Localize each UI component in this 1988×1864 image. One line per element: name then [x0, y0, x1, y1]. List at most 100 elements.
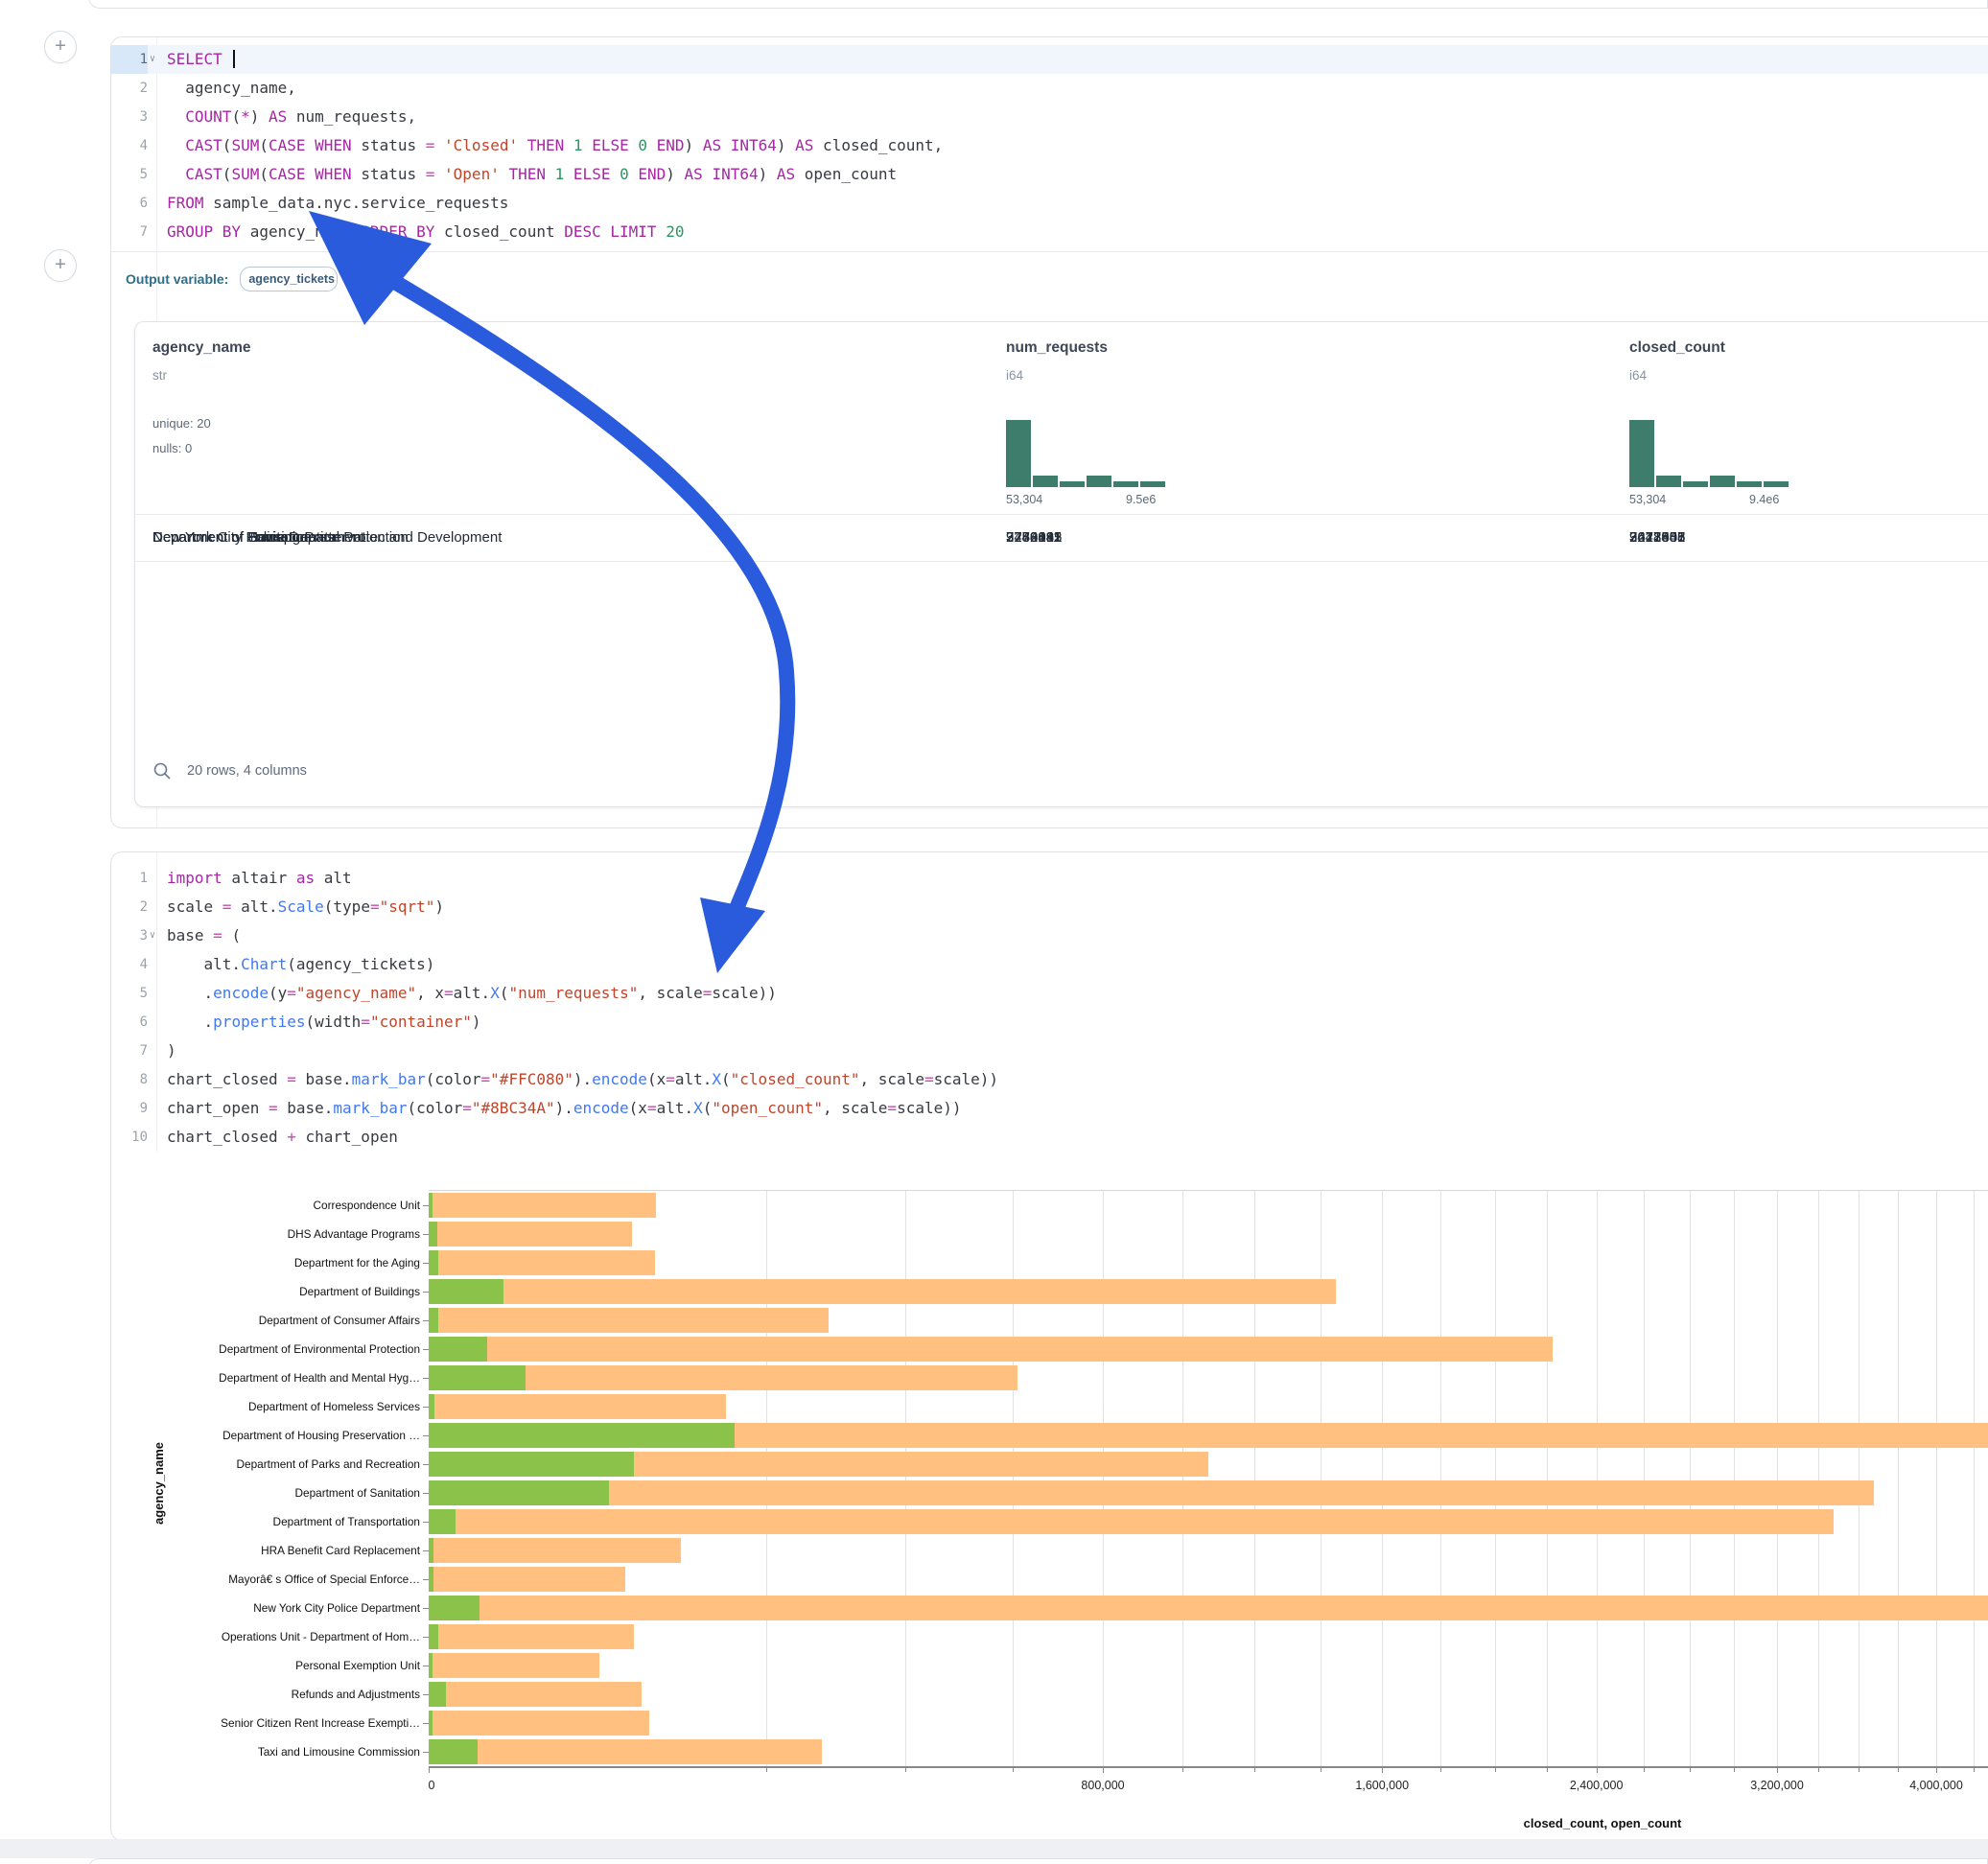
column-type: i64	[1006, 368, 1023, 383]
line-number: 4	[111, 950, 148, 979]
gridline	[1182, 1191, 1183, 1766]
closed-count-bar[interactable]	[429, 1509, 1834, 1534]
table-row[interactable]: Department of Environmental Protection22…	[135, 514, 1988, 562]
line-number: 4	[111, 131, 148, 160]
open-count-bar[interactable]	[429, 1337, 487, 1362]
gridline	[1936, 1191, 1937, 1766]
closed-count-bar[interactable]	[429, 1682, 642, 1707]
y-axis-tick	[423, 1205, 429, 1206]
closed-count-bar[interactable]	[429, 1538, 681, 1563]
closed-count-bar[interactable]	[429, 1739, 822, 1764]
open-count-bar[interactable]	[429, 1452, 634, 1477]
code-line[interactable]: 10chart_closed + chart_open	[111, 1123, 1988, 1152]
line-number: 1	[111, 45, 148, 74]
sql-code-editor[interactable]: 1∨SELECT 2 agency_name,3 COUNT(*) AS num…	[111, 45, 1988, 248]
closed-count-bar[interactable]	[429, 1567, 625, 1592]
search-icon[interactable]	[152, 761, 172, 781]
y-axis-tick	[423, 1752, 429, 1753]
open-count-bar[interactable]	[429, 1308, 438, 1333]
closed-count-bar[interactable]	[429, 1480, 1874, 1505]
code-line[interactable]: 5 CAST(SUM(CASE WHEN status = 'Open' THE…	[111, 160, 1988, 189]
code-line[interactable]: 8chart_closed = base.mark_bar(color="#FF…	[111, 1065, 1988, 1094]
open-count-bar[interactable]	[429, 1394, 434, 1419]
column-header-closed_count[interactable]: closed_counti6453,3049.4e6	[1629, 322, 1988, 514]
line-number: 1	[111, 864, 148, 893]
histogram-bar	[1737, 481, 1762, 487]
notebook-page: + + 1∨SELECT 2 agency_name,3 COUNT(*) AS…	[0, 0, 1988, 1864]
code-line[interactable]: 3∨base = (	[111, 921, 1988, 950]
closed-count-bar[interactable]	[429, 1711, 649, 1736]
open-count-bar[interactable]	[429, 1423, 735, 1448]
open-count-bar[interactable]	[429, 1596, 479, 1620]
open-count-bar[interactable]	[429, 1480, 609, 1505]
closed-count-bar[interactable]	[429, 1279, 1336, 1304]
code-line[interactable]: 1import altair as alt	[111, 864, 1988, 893]
fold-chevron-icon[interactable]: ∨	[150, 921, 161, 950]
text-cursor	[233, 50, 235, 68]
code-line[interactable]: 7)	[111, 1037, 1988, 1065]
closed-count-bar[interactable]	[429, 1308, 829, 1333]
code-line[interactable]: 9chart_open = base.mark_bar(color="#8BC3…	[111, 1094, 1988, 1123]
code-line[interactable]: 2scale = alt.Scale(type="sqrt")	[111, 893, 1988, 921]
open-count-bar[interactable]	[429, 1222, 437, 1247]
x-axis-tick-label: 1,600,000	[1355, 1779, 1409, 1792]
output-variable-pill[interactable]: agency_tickets	[240, 267, 338, 291]
code-line[interactable]: 7GROUP BY agency_name ORDER BY closed_co…	[111, 218, 1988, 246]
hist-max-label: 9.5e6	[1126, 493, 1156, 506]
code-text: )	[167, 1037, 1988, 1065]
open-count-bar[interactable]	[429, 1739, 478, 1764]
closed-count-bar[interactable]	[429, 1653, 599, 1678]
closed-count-bar[interactable]	[429, 1193, 656, 1218]
code-line[interactable]: 4 CAST(SUM(CASE WHEN status = 'Closed' T…	[111, 131, 1988, 160]
code-line[interactable]: 3 COUNT(*) AS num_requests,	[111, 103, 1988, 131]
gridline	[1597, 1191, 1598, 1766]
column-header-num_requests[interactable]: num_requestsi6453,3049.5e6	[1006, 322, 1581, 514]
open-count-bar[interactable]	[429, 1279, 503, 1304]
gridline	[1495, 1191, 1496, 1766]
histogram-bar	[1033, 476, 1058, 487]
closed-count-bar[interactable]	[429, 1596, 1988, 1620]
code-text: base = (	[167, 921, 1988, 950]
x-axis-tick-label: 0	[429, 1779, 435, 1792]
open-count-bar[interactable]	[429, 1682, 446, 1707]
y-axis-label: Correspondence Unit	[111, 1199, 420, 1212]
line-number: 3	[111, 103, 148, 131]
histogram-bar	[1656, 476, 1681, 487]
y-axis-label: Department of Environmental Protection	[111, 1342, 420, 1356]
open-count-bar[interactable]	[429, 1365, 526, 1390]
open-count-bar[interactable]	[429, 1509, 456, 1534]
fold-chevron-icon[interactable]: ∨	[150, 45, 161, 74]
output-variable-row: Output variable: agency_tickets	[126, 265, 338, 293]
code-line[interactable]: 1∨SELECT	[111, 45, 1988, 74]
gridline	[1777, 1191, 1778, 1766]
y-axis-tick	[423, 1320, 429, 1321]
open-count-bar[interactable]	[429, 1538, 433, 1563]
code-line[interactable]: 2 agency_name,	[111, 74, 1988, 103]
y-axis-tick	[423, 1522, 429, 1523]
y-axis-tick	[423, 1464, 429, 1465]
column-stat: unique: 20	[152, 416, 211, 431]
open-count-bar[interactable]	[429, 1624, 438, 1649]
open-count-bar[interactable]	[429, 1711, 433, 1736]
code-line[interactable]: 4 alt.Chart(agency_tickets)	[111, 950, 1988, 979]
code-text: SELECT	[167, 45, 1988, 74]
add-cell-button-top[interactable]: +	[44, 31, 77, 63]
closed-count-bar[interactable]	[429, 1624, 634, 1649]
code-line[interactable]: 6 .properties(width="container")	[111, 1008, 1988, 1037]
open-count-bar[interactable]	[429, 1653, 433, 1678]
code-line[interactable]: 6FROM sample_data.nyc.service_requests	[111, 189, 1988, 218]
add-cell-button-middle[interactable]: +	[44, 249, 77, 282]
closed-count-bar[interactable]	[429, 1394, 726, 1419]
closed-count-bar[interactable]	[429, 1222, 632, 1247]
open-count-bar[interactable]	[429, 1193, 433, 1218]
code-text: alt.Chart(agency_tickets)	[167, 950, 1988, 979]
column-header-agency_name[interactable]: agency_namestrunique: 20nulls: 0	[152, 322, 728, 514]
python-code-editor[interactable]: 1import altair as alt2scale = alt.Scale(…	[111, 864, 1988, 1153]
open-count-bar[interactable]	[429, 1250, 438, 1275]
closed-count-bar[interactable]	[429, 1337, 1553, 1362]
y-axis-tick	[423, 1493, 429, 1494]
gridline	[766, 1191, 767, 1766]
closed-count-bar[interactable]	[429, 1250, 655, 1275]
open-count-bar[interactable]	[429, 1567, 433, 1592]
code-line[interactable]: 5 .encode(y="agency_name", x=alt.X("num_…	[111, 979, 1988, 1008]
